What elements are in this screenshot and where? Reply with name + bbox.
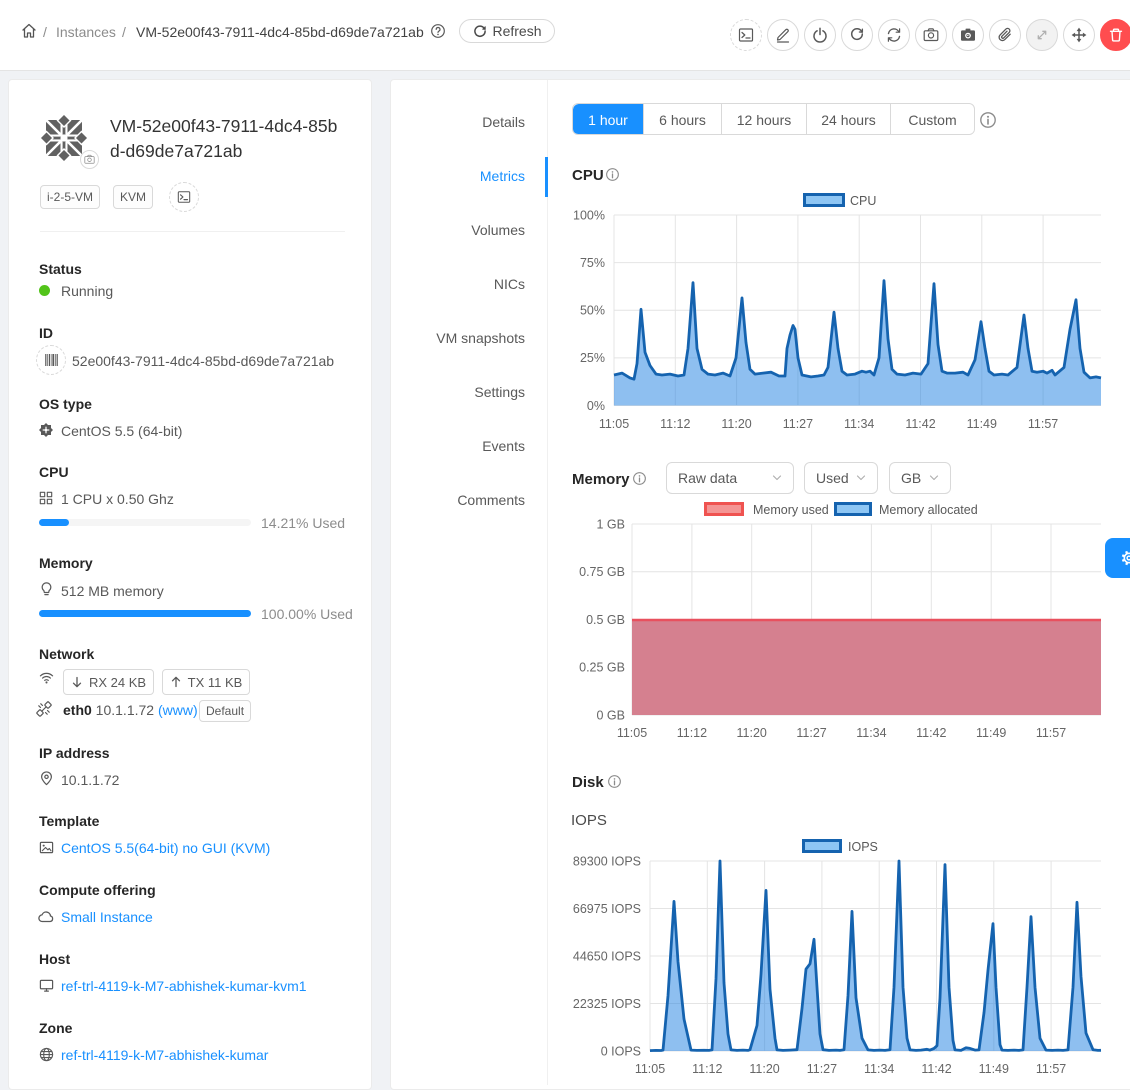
svg-text:0.75 GB: 0.75 GB xyxy=(579,565,625,579)
svg-text:11:57: 11:57 xyxy=(1036,726,1066,740)
svg-text:11:27: 11:27 xyxy=(796,726,826,740)
svg-text:50%: 50% xyxy=(580,304,605,318)
svg-text:11:49: 11:49 xyxy=(976,726,1006,740)
svg-text:11:05: 11:05 xyxy=(635,1062,665,1076)
svg-text:0.5 GB: 0.5 GB xyxy=(586,613,625,627)
svg-text:11:20: 11:20 xyxy=(721,417,751,431)
svg-text:66975 IOPS: 66975 IOPS xyxy=(573,902,641,916)
svg-text:100%: 100% xyxy=(573,208,605,222)
svg-text:89300 IOPS: 89300 IOPS xyxy=(573,854,641,868)
svg-text:11:27: 11:27 xyxy=(783,417,813,431)
svg-text:0%: 0% xyxy=(587,399,605,413)
svg-text:11:49: 11:49 xyxy=(979,1062,1009,1076)
svg-text:11:57: 11:57 xyxy=(1028,417,1058,431)
svg-text:0 GB: 0 GB xyxy=(597,708,626,722)
svg-text:11:49: 11:49 xyxy=(967,417,997,431)
svg-text:11:42: 11:42 xyxy=(905,417,935,431)
svg-text:11:42: 11:42 xyxy=(921,1062,951,1076)
svg-text:11:12: 11:12 xyxy=(692,1062,722,1076)
svg-text:11:34: 11:34 xyxy=(864,1062,894,1076)
svg-text:11:20: 11:20 xyxy=(737,726,767,740)
svg-text:11:27: 11:27 xyxy=(807,1062,837,1076)
svg-text:11:05: 11:05 xyxy=(617,726,647,740)
svg-text:0.25 GB: 0.25 GB xyxy=(579,660,625,674)
svg-text:11:57: 11:57 xyxy=(1036,1062,1066,1076)
svg-text:1 GB: 1 GB xyxy=(597,517,626,531)
svg-text:44650 IOPS: 44650 IOPS xyxy=(573,949,641,963)
svg-text:11:34: 11:34 xyxy=(856,726,886,740)
svg-text:11:05: 11:05 xyxy=(599,417,629,431)
svg-text:11:12: 11:12 xyxy=(660,417,690,431)
svg-text:11:12: 11:12 xyxy=(677,726,707,740)
svg-text:75%: 75% xyxy=(580,256,605,270)
svg-text:11:20: 11:20 xyxy=(749,1062,779,1076)
svg-text:11:42: 11:42 xyxy=(916,726,946,740)
svg-text:25%: 25% xyxy=(580,351,605,365)
svg-text:11:34: 11:34 xyxy=(844,417,874,431)
svg-text:0 IOPS: 0 IOPS xyxy=(601,1044,641,1058)
svg-text:22325 IOPS: 22325 IOPS xyxy=(573,997,641,1011)
